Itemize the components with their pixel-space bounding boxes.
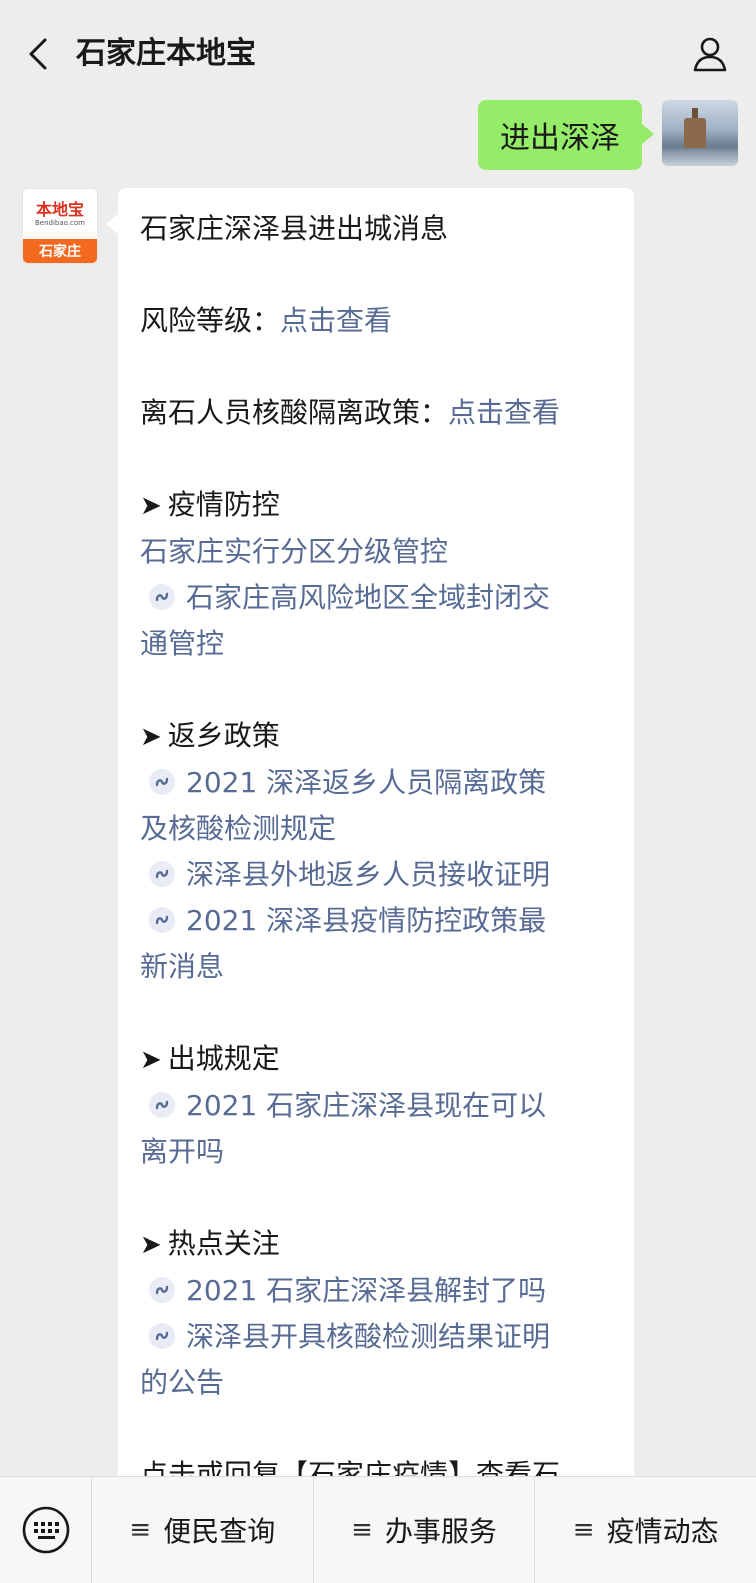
- menu-item-services[interactable]: ≡ 办事服务: [314, 1477, 536, 1583]
- chevron-left-icon: [29, 38, 47, 70]
- miniprogram-icon: [149, 1277, 175, 1303]
- bottom-menu-bar: ≡ 便民查询 ≡ 办事服务 ≡ 疫情动态: [0, 1476, 756, 1583]
- logo-name: 本地宝: [35, 199, 84, 219]
- policy-row: 离石人员核酸隔离政策：点击查看: [140, 390, 612, 436]
- menu-item-label: 疫情动态: [606, 1515, 719, 1548]
- arrow-icon: ➤: [140, 1045, 162, 1075]
- miniprogram-link[interactable]: 2021 石家庄深泽县现在可以: [140, 1083, 612, 1129]
- miniprogram-icon: [149, 584, 175, 610]
- chat-area[interactable]: 进出深泽 本地宝 Bendibao.com 石家庄 石家庄深泽县进出城消息 风险…: [0, 96, 756, 1476]
- logo-city: 石家庄: [23, 239, 97, 263]
- risk-level-row: 风险等级：点击查看: [140, 298, 612, 344]
- keyboard-icon: [22, 1506, 69, 1554]
- miniprogram-link[interactable]: 深泽县开具核酸检测结果证明: [140, 1314, 612, 1360]
- article-link[interactable]: 石家庄实行分区分级管控: [140, 529, 612, 575]
- miniprogram-link-cont[interactable]: 及核酸检测规定: [140, 806, 612, 852]
- section-heading: ➤ 疫情防控: [140, 488, 280, 521]
- miniprogram-link[interactable]: 2021 深泽返乡人员隔离政策: [140, 760, 612, 806]
- miniprogram-link-cont[interactable]: 新消息: [140, 944, 612, 990]
- arrow-icon: ➤: [140, 491, 162, 521]
- miniprogram-link[interactable]: 深泽县外地返乡人员接收证明: [140, 852, 612, 898]
- menu-item-convenience[interactable]: ≡ 便民查询: [92, 1477, 314, 1583]
- top-nav-bar: 石家庄本地宝: [0, 0, 756, 108]
- person-icon: [693, 37, 727, 72]
- policy-label: 离石人员核酸隔离政策：: [140, 396, 449, 429]
- miniprogram-link[interactable]: 2021 深泽县疫情防控政策最: [140, 898, 612, 944]
- trailing-text: 点击或回复【石家庄疫情】查看石: [140, 1458, 561, 1476]
- arrow-icon: ➤: [140, 722, 162, 752]
- profile-button[interactable]: [686, 30, 734, 78]
- miniprogram-icon: [149, 1323, 175, 1349]
- back-button[interactable]: [18, 32, 58, 76]
- menu-item-epidemic[interactable]: ≡ 疫情动态: [535, 1477, 756, 1583]
- risk-level-label: 风险等级：: [140, 304, 281, 337]
- policy-link[interactable]: 点击查看: [448, 396, 560, 429]
- miniprogram-link-cont[interactable]: 的公告: [140, 1360, 612, 1406]
- menu-item-label: 办事服务: [384, 1515, 497, 1548]
- section-heading: ➤ 热点关注: [140, 1227, 280, 1260]
- section-heading: ➤ 返乡政策: [140, 719, 280, 752]
- miniprogram-link-cont[interactable]: 离开吗: [140, 1129, 612, 1175]
- miniprogram-icon: [149, 769, 175, 795]
- incoming-bubble: 石家庄深泽县进出城消息 风险等级：点击查看 离石人员核酸隔离政策：点击查看 ➤ 疫…: [106, 188, 634, 1476]
- miniprogram-icon: [149, 907, 175, 933]
- menu-lines-icon: ≡: [351, 1515, 373, 1545]
- miniprogram-icon: [149, 861, 175, 887]
- menu-lines-icon: ≡: [129, 1515, 152, 1545]
- keyboard-toggle-button[interactable]: [0, 1477, 92, 1583]
- arrow-icon: ➤: [140, 1230, 162, 1260]
- chat-title: 石家庄本地宝: [76, 36, 256, 71]
- user-avatar[interactable]: [662, 100, 738, 166]
- message-title: 石家庄深泽县进出城消息: [140, 212, 449, 245]
- miniprogram-link[interactable]: 2021 石家庄深泽县解封了吗: [140, 1268, 612, 1314]
- incoming-message: 本地宝 Bendibao.com 石家庄 石家庄深泽县进出城消息 风险等级：点击…: [22, 188, 634, 1476]
- logo-url: Bendibao.com: [34, 218, 85, 227]
- miniprogram-icon: [149, 1092, 175, 1118]
- menu-lines-icon: ≡: [572, 1515, 595, 1545]
- miniprogram-link-cont[interactable]: 通管控: [140, 621, 612, 667]
- account-avatar[interactable]: 本地宝 Bendibao.com 石家庄: [22, 188, 98, 264]
- section-heading: ➤ 出城规定: [140, 1042, 280, 1075]
- risk-level-link[interactable]: 点击查看: [280, 304, 392, 337]
- outgoing-message: 进出深泽: [478, 100, 738, 170]
- menu-item-label: 便民查询: [163, 1515, 276, 1548]
- miniprogram-link[interactable]: 石家庄高风险地区全域封闭交: [140, 575, 612, 621]
- outgoing-bubble[interactable]: 进出深泽: [478, 100, 654, 170]
